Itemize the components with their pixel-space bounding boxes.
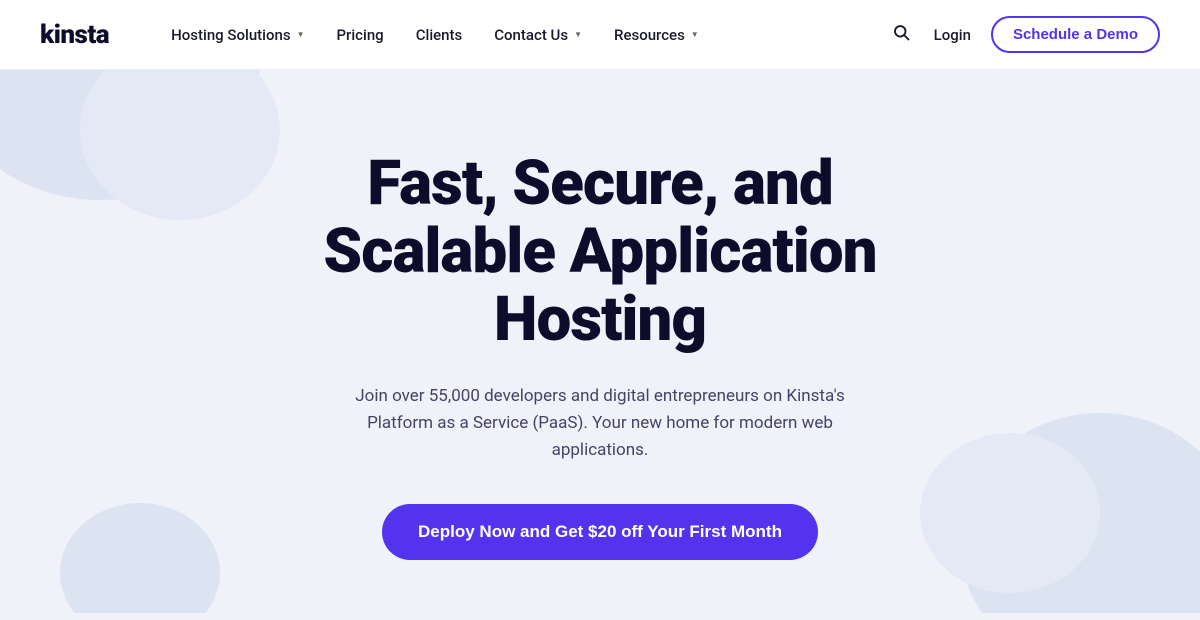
chevron-down-icon: ▼ [297, 30, 305, 39]
search-icon[interactable] [888, 19, 914, 50]
login-link[interactable]: Login [934, 26, 971, 44]
nav-resources[interactable]: Resources ▼ [602, 20, 711, 50]
nav-right: Login Schedule a Demo [888, 16, 1160, 53]
chevron-down-icon: ▼ [574, 30, 582, 39]
schedule-demo-button[interactable]: Schedule a Demo [991, 16, 1160, 53]
nav-contact-us[interactable]: Contact Us ▼ [482, 20, 594, 50]
hero-title: Fast, Secure, and Scalable Application H… [250, 150, 950, 355]
deploy-now-button[interactable]: Deploy Now and Get $20 off Your First Mo… [382, 504, 818, 560]
logo-text: kinsta [40, 20, 109, 50]
hero-subtitle: Join over 55,000 developers and digital … [340, 383, 860, 465]
nav-pricing[interactable]: Pricing [324, 20, 395, 50]
nav-hosting-solutions[interactable]: Hosting Solutions ▼ [159, 20, 316, 50]
site-logo[interactable]: kinsta [40, 20, 109, 50]
nav-clients[interactable]: Clients [404, 20, 475, 50]
chevron-down-icon: ▼ [691, 30, 699, 39]
navbar: kinsta Hosting Solutions ▼ Pricing Clien… [0, 0, 1200, 70]
nav-links: Hosting Solutions ▼ Pricing Clients Cont… [159, 20, 888, 50]
hero-section: Fast, Secure, and Scalable Application H… [0, 70, 1200, 620]
